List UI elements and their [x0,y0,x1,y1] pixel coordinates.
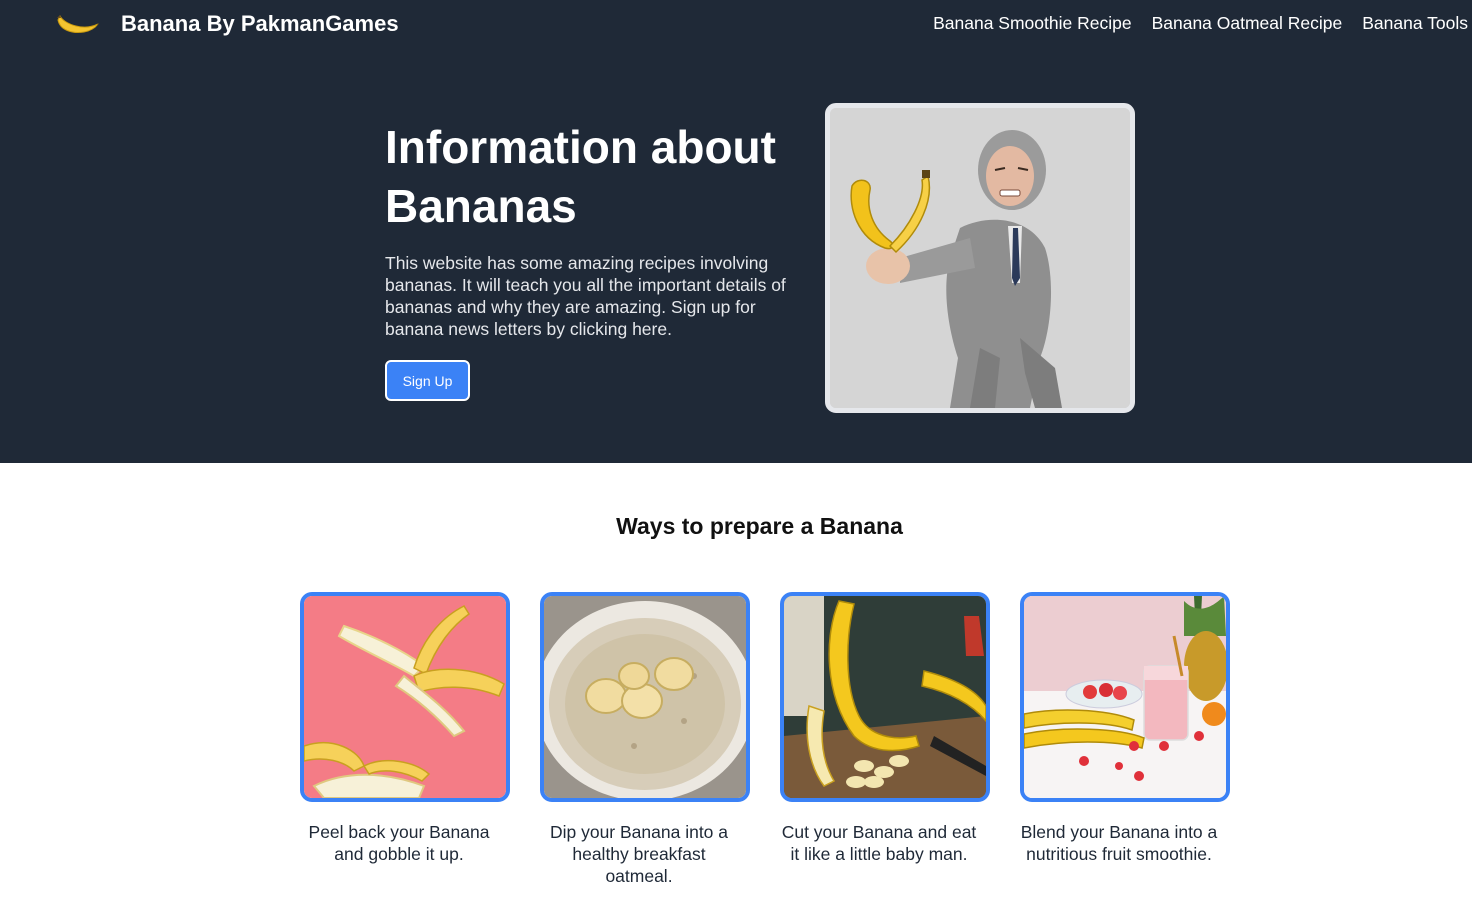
nav-link-oatmeal[interactable]: Banana Oatmeal Recipe [1152,13,1343,34]
hero-description: This website has some amazing recipes in… [385,253,786,339]
cut-banana-image [780,592,990,802]
hero-section: Banana By PakmanGames Banana Smoothie Re… [0,0,1472,463]
card-oatmeal[interactable]: Dip your Banana into a healthy breakfast… [540,592,750,887]
hero-image [825,103,1135,413]
card-smoothie[interactable]: Blend your Banana into a nutritious frui… [1020,592,1230,865]
hero-title: Information about Bananas [385,121,776,232]
sign-up-button[interactable]: Sign Up [385,360,470,401]
card-caption: Peel back your Banana and gobble it up. [308,822,490,864]
nav-link-smoothie[interactable]: Banana Smoothie Recipe [933,13,1131,34]
card-caption: Cut your Banana and eat it like a little… [781,822,977,864]
peeled-banana-image [300,592,510,802]
section-title: Ways to prepare a Banana [616,513,903,539]
card-caption: Dip your Banana into a healthy breakfast… [549,822,729,886]
main-nav: Banana Smoothie Recipe Banana Oatmeal Re… [933,13,1468,34]
site-title[interactable]: Banana By PakmanGames [121,11,399,37]
card-caption: Blend your Banana into a nutritious frui… [1020,822,1218,864]
banana-logo-icon[interactable] [52,6,100,42]
oatmeal-image [540,592,750,802]
card-peel[interactable]: Peel back your Banana and gobble it up. [300,592,510,865]
nav-link-tools[interactable]: Banana Tools [1362,13,1468,34]
smoothie-image [1020,592,1230,802]
card-cut[interactable]: Cut your Banana and eat it like a little… [780,592,990,865]
